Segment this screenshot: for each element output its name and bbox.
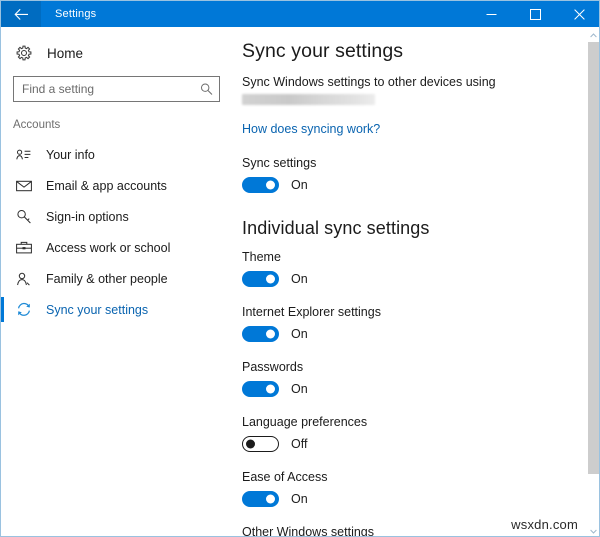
person-icon — [16, 272, 35, 286]
sidebar-item-home[interactable]: Home — [1, 38, 237, 68]
user-info-icon — [16, 148, 35, 161]
sidebar: Home Accounts — [1, 27, 237, 537]
home-label: Home — [47, 46, 83, 61]
sidebar-item-email-app-accounts[interactable]: Email & app accounts — [1, 170, 237, 201]
scroll-down-arrow-icon — [590, 521, 597, 537]
sidebar-item-label: Family & other people — [46, 272, 168, 286]
maximize-button[interactable] — [513, 1, 557, 27]
toggle-row: On — [242, 271, 600, 287]
setting-language-preferences: Language preferences Off — [242, 415, 600, 452]
toggle-knob — [266, 495, 275, 504]
setting-label: Theme — [242, 250, 600, 264]
toggle-state-label: On — [291, 327, 308, 341]
toggle-row: On — [242, 491, 600, 507]
setting-label: Language preferences — [242, 415, 600, 429]
key-icon — [16, 209, 35, 224]
gear-icon — [16, 45, 38, 61]
main-inner: Sync your settings Sync Windows settings… — [237, 27, 600, 537]
toggle-row: On — [242, 177, 600, 193]
setting-internet-explorer-settings: Internet Explorer settings On — [242, 305, 600, 342]
briefcase-icon — [16, 241, 35, 254]
internet-explorer-settings-toggle[interactable] — [242, 326, 279, 342]
page-title: Sync your settings — [242, 40, 600, 63]
how-does-syncing-work-link[interactable]: How does syncing work? — [242, 122, 380, 136]
scroll-up-button[interactable] — [586, 27, 600, 41]
settings-window: Settings — [0, 0, 600, 537]
main-content: Sync your settings Sync Windows settings… — [237, 27, 600, 537]
setting-sync-settings: Sync settings On — [242, 156, 600, 193]
selection-indicator — [1, 297, 4, 322]
setting-passwords: Passwords On — [242, 360, 600, 397]
sidebar-item-label: Your info — [46, 148, 95, 162]
toggle-state-label: Off — [291, 437, 307, 451]
ease-of-access-toggle[interactable] — [242, 491, 279, 507]
scroll-down-button[interactable] — [586, 523, 600, 537]
scroll-up-arrow-icon — [590, 27, 597, 43]
setting-ease-of-access: Ease of Access On — [242, 470, 600, 507]
setting-label: Passwords — [242, 360, 600, 374]
setting-label: Sync settings — [242, 156, 600, 170]
passwords-toggle[interactable] — [242, 381, 279, 397]
setting-theme: Theme On — [242, 250, 600, 287]
toggle-row: On — [242, 326, 600, 342]
sync-settings-toggle[interactable] — [242, 177, 279, 193]
toggle-knob — [266, 385, 275, 394]
individual-sync-heading: Individual sync settings — [242, 218, 600, 239]
toggle-knob — [246, 440, 255, 449]
minimize-button[interactable] — [469, 1, 513, 27]
window-controls — [469, 1, 600, 27]
search-box[interactable] — [13, 76, 220, 102]
scrollbar-thumb[interactable] — [588, 42, 599, 474]
sidebar-item-label: Sign-in options — [46, 210, 129, 224]
toggle-state-label: On — [291, 492, 308, 506]
sidebar-item-label: Email & app accounts — [46, 179, 167, 193]
toggle-knob — [266, 181, 275, 190]
sidebar-item-access-work-or-school[interactable]: Access work or school — [1, 232, 237, 263]
close-icon — [574, 9, 585, 20]
sidebar-nav: Your info Email & app accounts — [1, 139, 237, 325]
sidebar-item-your-info[interactable]: Your info — [1, 139, 237, 170]
toggle-row: On — [242, 381, 600, 397]
minimize-icon — [486, 9, 497, 20]
sync-icon — [16, 302, 35, 317]
sidebar-item-label: Access work or school — [46, 241, 170, 255]
search-input[interactable] — [14, 78, 219, 100]
search-icon[interactable] — [200, 83, 213, 96]
vertical-scrollbar[interactable] — [586, 27, 600, 537]
window-body: Home Accounts — [1, 27, 600, 537]
watermark: wsxdn.com — [511, 517, 578, 532]
title-bar: Settings — [1, 1, 600, 27]
toggle-row: Off — [242, 436, 600, 452]
toggle-state-label: On — [291, 382, 308, 396]
back-arrow-icon — [14, 8, 29, 21]
theme-toggle[interactable] — [242, 271, 279, 287]
window-title: Settings — [41, 1, 469, 27]
sidebar-item-sync-your-settings[interactable]: Sync your settings — [1, 294, 237, 325]
redacted-account-text — [242, 94, 375, 105]
setting-label: Internet Explorer settings — [242, 305, 600, 319]
maximize-icon — [530, 9, 541, 20]
setting-label: Ease of Access — [242, 470, 600, 484]
toggle-state-label: On — [291, 272, 308, 286]
toggle-knob — [266, 330, 275, 339]
search-container — [1, 68, 237, 102]
language-preferences-toggle[interactable] — [242, 436, 279, 452]
page-description: Sync Windows settings to other devices u… — [242, 74, 600, 91]
sidebar-item-sign-in-options[interactable]: Sign-in options — [1, 201, 237, 232]
close-button[interactable] — [557, 1, 600, 27]
toggle-knob — [266, 275, 275, 284]
sidebar-group-label: Accounts — [1, 102, 237, 137]
toggle-state-label: On — [291, 178, 308, 192]
sidebar-item-family-other-people[interactable]: Family & other people — [1, 263, 237, 294]
back-button[interactable] — [1, 1, 41, 27]
envelope-icon — [16, 180, 35, 192]
sidebar-item-label: Sync your settings — [46, 303, 148, 317]
